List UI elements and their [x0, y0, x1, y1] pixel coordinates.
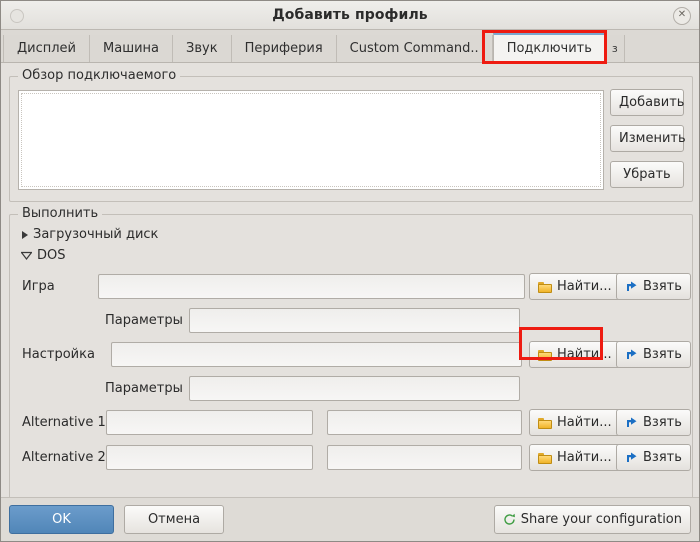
game-params-input[interactable] [189, 308, 520, 333]
find-button-alternative-2[interactable]: Найти... [529, 444, 621, 471]
tree-item-boot-disk[interactable]: Загрузочный диск [20, 227, 158, 242]
tab-peripheral[interactable]: Периферия [231, 35, 337, 62]
cancel-button[interactable]: Отмена [124, 505, 224, 534]
add-button[interactable]: Добавить [610, 89, 684, 116]
run-group: Выполнить Загрузочный диск DOS Игра Найт [9, 206, 693, 497]
share-configuration-label: Share your configuration [520, 512, 682, 527]
tab-panel-connect: Обзор подключаемого Добавить Изменить Уб… [1, 62, 699, 497]
ok-button[interactable]: OK [9, 505, 114, 534]
tree-item-boot-disk-label: Загрузочный диск [33, 227, 159, 242]
overview-buttons: Добавить Изменить Убрать [610, 89, 686, 188]
folder-icon [538, 417, 552, 429]
take-button-game[interactable]: Взять [616, 273, 691, 300]
page-title: Добавить профиль [272, 7, 428, 23]
import-arrow-icon [627, 417, 637, 427]
take-button-setup[interactable]: Взять [616, 341, 691, 368]
alternative-1-params-input[interactable] [327, 410, 522, 435]
title-bar: Добавить профиль ✕ [1, 1, 699, 30]
dialog-footer: OK Отмена Share your configuration [1, 497, 699, 541]
find-button-alternative-2-label: Найти... [557, 450, 612, 465]
alternative-2-label: Alternative 2 [22, 450, 106, 465]
find-button-game-label: Найти... [557, 279, 612, 294]
take-button-alternative-1-label: Взять [643, 415, 682, 430]
alternative-2-params-input[interactable] [327, 445, 522, 470]
tab-display[interactable]: Дисплей [3, 35, 91, 62]
setup-path-input[interactable] [111, 342, 522, 367]
import-arrow-icon [627, 281, 637, 291]
edit-button[interactable]: Изменить [610, 125, 686, 152]
import-arrow-icon [627, 349, 637, 359]
import-arrow-icon [627, 452, 637, 462]
window-menu-icon [10, 9, 24, 23]
take-button-alternative-2[interactable]: Взять [616, 444, 691, 471]
find-button-setup[interactable]: Найти... [529, 341, 621, 368]
take-button-alternative-2-label: Взять [643, 450, 682, 465]
game-label: Игра [22, 279, 55, 294]
find-button-alternative-1[interactable]: Найти... [529, 409, 621, 436]
dialog-window: Добавить профиль ✕ Дисплей Машина Звук П… [0, 0, 700, 542]
game-path-input[interactable] [98, 274, 525, 299]
tab-overflow[interactable]: з [605, 35, 625, 62]
tab-machine[interactable]: Машина [90, 35, 174, 62]
tab-connect[interactable]: Подключить [492, 33, 606, 62]
alternative-1-label: Alternative 1 [22, 415, 106, 430]
folder-icon [538, 281, 552, 293]
setup-label: Настройка [22, 347, 95, 362]
refresh-circle-icon [504, 513, 515, 525]
tree-item-dos-label: DOS [37, 248, 66, 263]
setup-params-label: Параметры [105, 381, 183, 396]
take-button-game-label: Взять [643, 279, 682, 294]
chevron-right-icon [22, 230, 28, 239]
remove-button[interactable]: Убрать [610, 161, 684, 188]
game-params-label: Параметры [105, 313, 183, 328]
share-configuration-button[interactable]: Share your configuration [493, 505, 691, 534]
tab-bar: Дисплей Машина Звук Периферия Custom Com… [1, 30, 699, 62]
take-button-alternative-1[interactable]: Взять [616, 409, 691, 436]
overview-group-label: Обзор подключаемого [18, 68, 181, 83]
overview-group: Обзор подключаемого Добавить Изменить Уб… [9, 68, 693, 202]
find-button-game[interactable]: Найти... [529, 273, 621, 300]
chevron-down-icon [20, 250, 32, 262]
tree-item-dos[interactable]: DOS [20, 248, 66, 263]
run-group-label: Выполнить [18, 206, 103, 221]
find-button-setup-label: Найти... [557, 347, 612, 362]
alternative-2-path-input[interactable] [106, 445, 313, 470]
close-icon[interactable]: ✕ [673, 7, 691, 25]
mounts-listbox[interactable] [18, 90, 604, 190]
take-button-setup-label: Взять [643, 347, 682, 362]
alternative-1-path-input[interactable] [106, 410, 313, 435]
setup-params-input[interactable] [189, 376, 520, 401]
folder-icon [538, 452, 552, 464]
folder-icon [538, 349, 552, 361]
find-button-alternative-1-label: Найти... [557, 415, 612, 430]
tab-custom-commands[interactable]: Custom Command.. [336, 35, 493, 62]
tab-sound[interactable]: Звук [173, 35, 232, 62]
